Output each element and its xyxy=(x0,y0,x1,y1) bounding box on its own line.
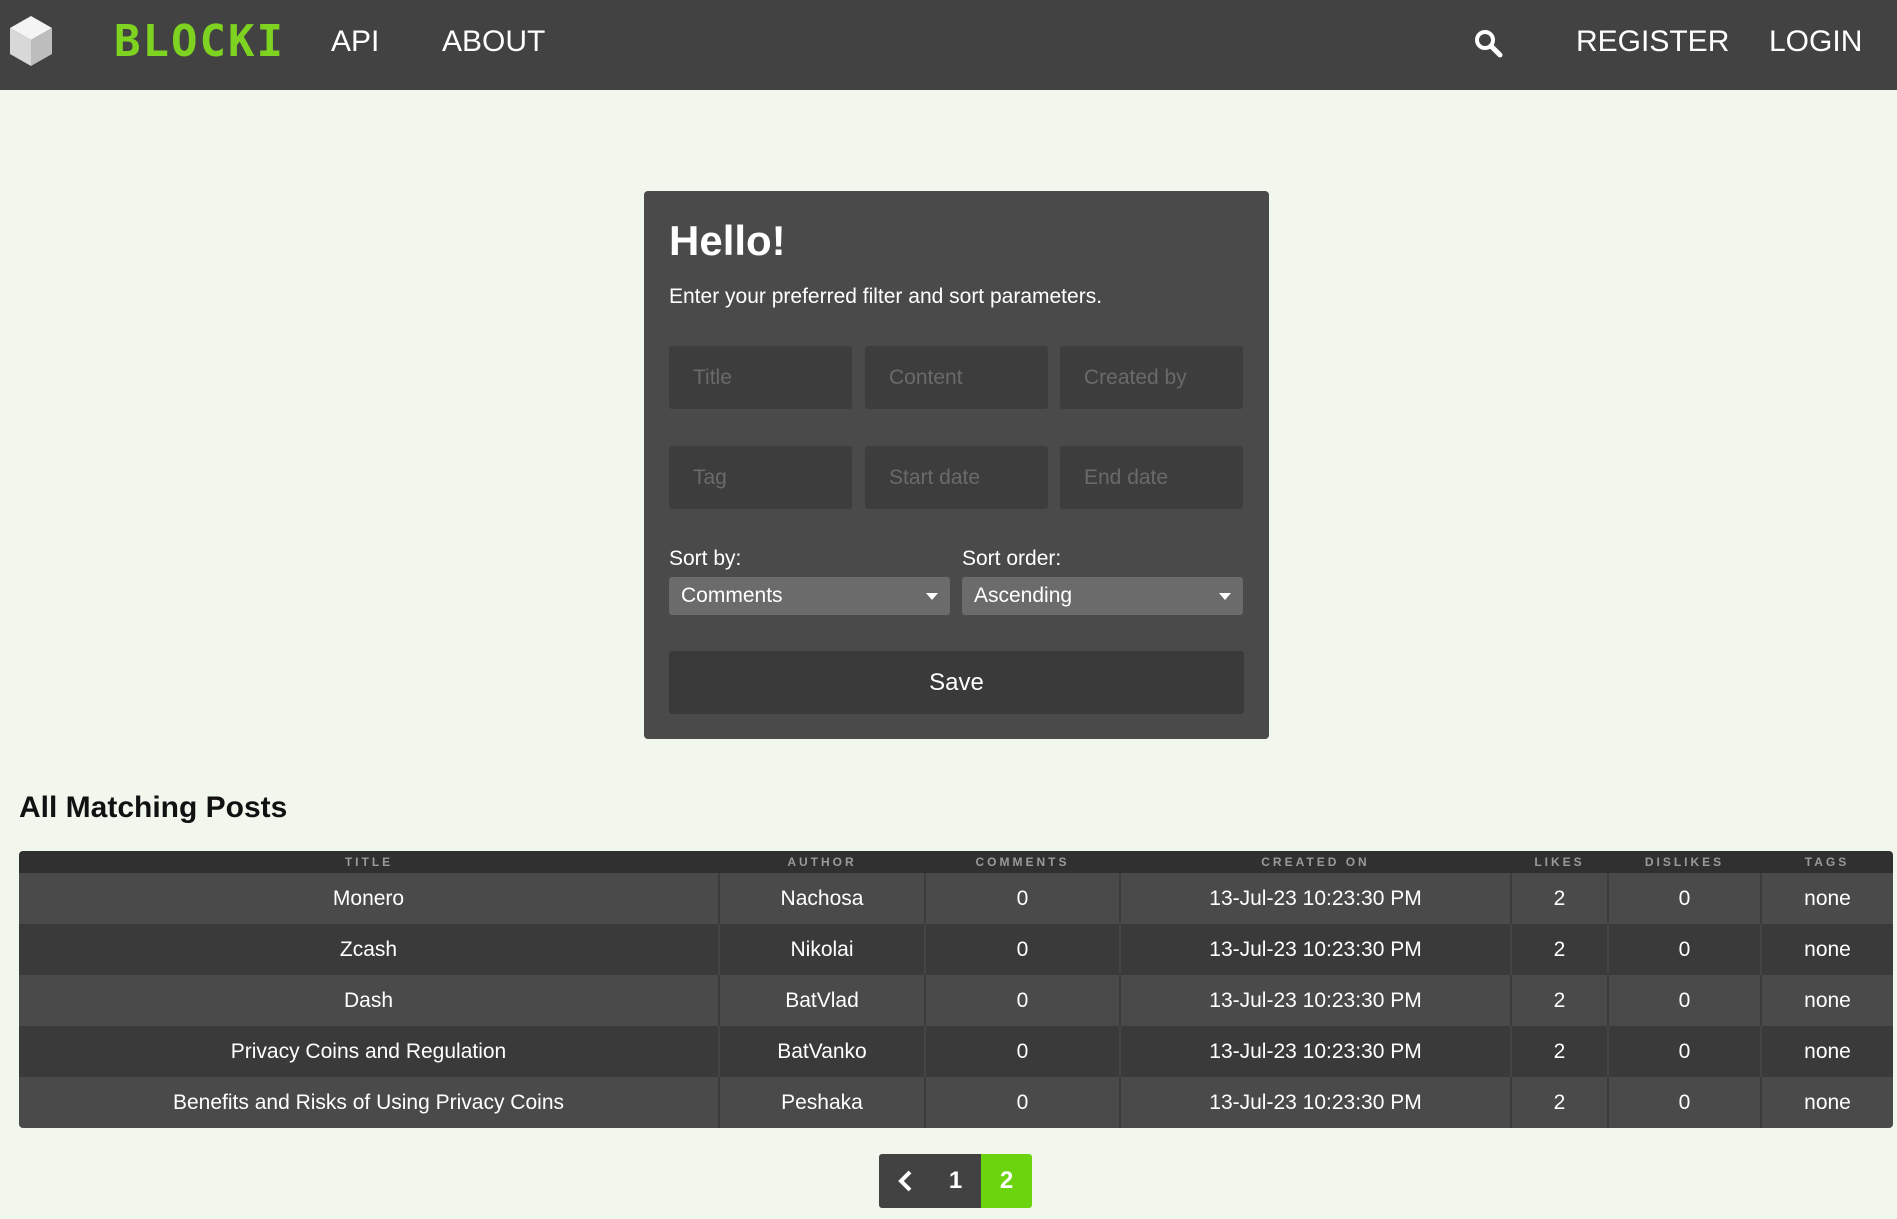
table-row[interactable]: Privacy Coins and Regulation BatVanko 0 … xyxy=(19,1026,1893,1077)
cell-author: BatVlad xyxy=(719,975,926,1026)
cell-tags: none xyxy=(1804,1039,1851,1063)
content-filter-input[interactable] xyxy=(865,346,1048,409)
cell-title[interactable]: Monero xyxy=(19,873,720,924)
cell-dislikes: 0 xyxy=(1608,873,1762,924)
cell-created-on: 13-Jul-23 10:23:30 PM xyxy=(1120,975,1512,1026)
top-navbar: BLOCKI API ABOUT REGISTER LOGIN xyxy=(0,0,1897,90)
cell-comments: 0 xyxy=(925,1026,1121,1077)
card-title: Hello! xyxy=(669,217,786,264)
cell-author: Peshaka xyxy=(719,1077,926,1128)
pagination: 1 2 xyxy=(879,1154,1032,1208)
column-header-likes[interactable]: LIKES xyxy=(1511,851,1608,873)
posts-section-title: All Matching Posts xyxy=(19,791,288,824)
cell-tags: none xyxy=(1804,1090,1851,1114)
sort-by-value: Comments xyxy=(681,584,783,607)
cell-dislikes: 0 xyxy=(1608,975,1762,1026)
sort-order-value: Ascending xyxy=(974,584,1073,607)
column-header-tags[interactable]: TAGS xyxy=(1761,851,1893,873)
table-row[interactable]: Dash BatVlad 0 13-Jul-23 10:23:30 PM 2 0… xyxy=(19,975,1893,1026)
caret-down-icon xyxy=(926,593,938,600)
cell-tags: none xyxy=(1804,937,1851,961)
save-button[interactable]: Save xyxy=(669,651,1244,714)
cell-tags: none xyxy=(1804,988,1851,1012)
column-header-created-on[interactable]: CREATED ON xyxy=(1120,851,1511,873)
search-icon[interactable] xyxy=(1473,28,1503,58)
cell-comments: 0 xyxy=(925,873,1121,924)
posts-table: TITLE AUTHOR COMMENTS CREATED ON LIKES D… xyxy=(19,851,1893,1128)
cell-created-on: 13-Jul-23 10:23:30 PM xyxy=(1120,873,1512,924)
table-header-row: TITLE AUTHOR COMMENTS CREATED ON LIKES D… xyxy=(19,851,1893,873)
table-row[interactable]: Zcash Nikolai 0 13-Jul-23 10:23:30 PM 2 … xyxy=(19,924,1893,975)
cell-comments: 0 xyxy=(925,924,1121,975)
created-by-filter-input[interactable] xyxy=(1060,346,1243,409)
card-subtitle: Enter your preferred filter and sort par… xyxy=(669,285,1103,308)
cell-title[interactable]: Zcash xyxy=(19,924,720,975)
end-date-input[interactable] xyxy=(1060,446,1243,509)
table-row[interactable]: Benefits and Risks of Using Privacy Coin… xyxy=(19,1077,1893,1128)
cell-dislikes: 0 xyxy=(1608,1077,1762,1128)
nav-link-api[interactable]: API xyxy=(331,22,379,62)
start-date-input[interactable] xyxy=(865,446,1048,509)
column-header-author[interactable]: AUTHOR xyxy=(719,851,925,873)
table-row[interactable]: Monero Nachosa 0 13-Jul-23 10:23:30 PM 2… xyxy=(19,873,1893,924)
sort-by-select[interactable]: Comments xyxy=(669,577,950,615)
chevron-left-icon xyxy=(897,1170,911,1192)
column-header-dislikes[interactable]: DISLIKES xyxy=(1608,851,1761,873)
cell-dislikes: 0 xyxy=(1608,924,1762,975)
cell-comments: 0 xyxy=(925,1077,1121,1128)
cell-author: Nikolai xyxy=(719,924,926,975)
cell-likes: 2 xyxy=(1511,1026,1609,1077)
cell-likes: 2 xyxy=(1511,975,1609,1026)
cell-created-on: 13-Jul-23 10:23:30 PM xyxy=(1120,1077,1512,1128)
page-button-2-current[interactable]: 2 xyxy=(981,1154,1032,1208)
page-button-1[interactable]: 1 xyxy=(930,1154,981,1208)
sort-order-label: Sort order: xyxy=(962,547,1062,570)
cell-likes: 2 xyxy=(1511,924,1609,975)
cell-author: Nachosa xyxy=(719,873,926,924)
cell-title[interactable]: Dash xyxy=(19,975,720,1026)
nav-link-register[interactable]: REGISTER xyxy=(1576,22,1729,62)
nav-link-login[interactable]: LOGIN xyxy=(1769,22,1862,62)
tag-filter-input[interactable] xyxy=(669,446,852,509)
previous-page-button[interactable] xyxy=(879,1154,930,1208)
cell-author: BatVanko xyxy=(719,1026,926,1077)
cell-title[interactable]: Privacy Coins and Regulation xyxy=(19,1026,720,1077)
caret-down-icon xyxy=(1219,593,1231,600)
column-header-title[interactable]: TITLE xyxy=(19,851,719,873)
nav-link-about[interactable]: ABOUT xyxy=(442,22,545,62)
filter-card: Hello! Enter your preferred filter and s… xyxy=(644,191,1269,739)
cell-title[interactable]: Benefits and Risks of Using Privacy Coin… xyxy=(19,1077,720,1128)
cell-comments: 0 xyxy=(925,975,1121,1026)
cell-likes: 2 xyxy=(1511,1077,1609,1128)
cell-tags: none xyxy=(1804,886,1851,910)
title-filter-input[interactable] xyxy=(669,346,852,409)
cube-logo-icon[interactable] xyxy=(8,14,54,68)
column-header-comments[interactable]: COMMENTS xyxy=(925,851,1120,873)
cell-dislikes: 0 xyxy=(1608,1026,1762,1077)
sort-order-select[interactable]: Ascending xyxy=(962,577,1243,615)
cell-created-on: 13-Jul-23 10:23:30 PM xyxy=(1120,1026,1512,1077)
cell-created-on: 13-Jul-23 10:23:30 PM xyxy=(1120,924,1512,975)
cell-likes: 2 xyxy=(1511,873,1609,924)
sort-by-label: Sort by: xyxy=(669,547,742,570)
brand-logo[interactable]: BLOCKI xyxy=(114,14,285,70)
